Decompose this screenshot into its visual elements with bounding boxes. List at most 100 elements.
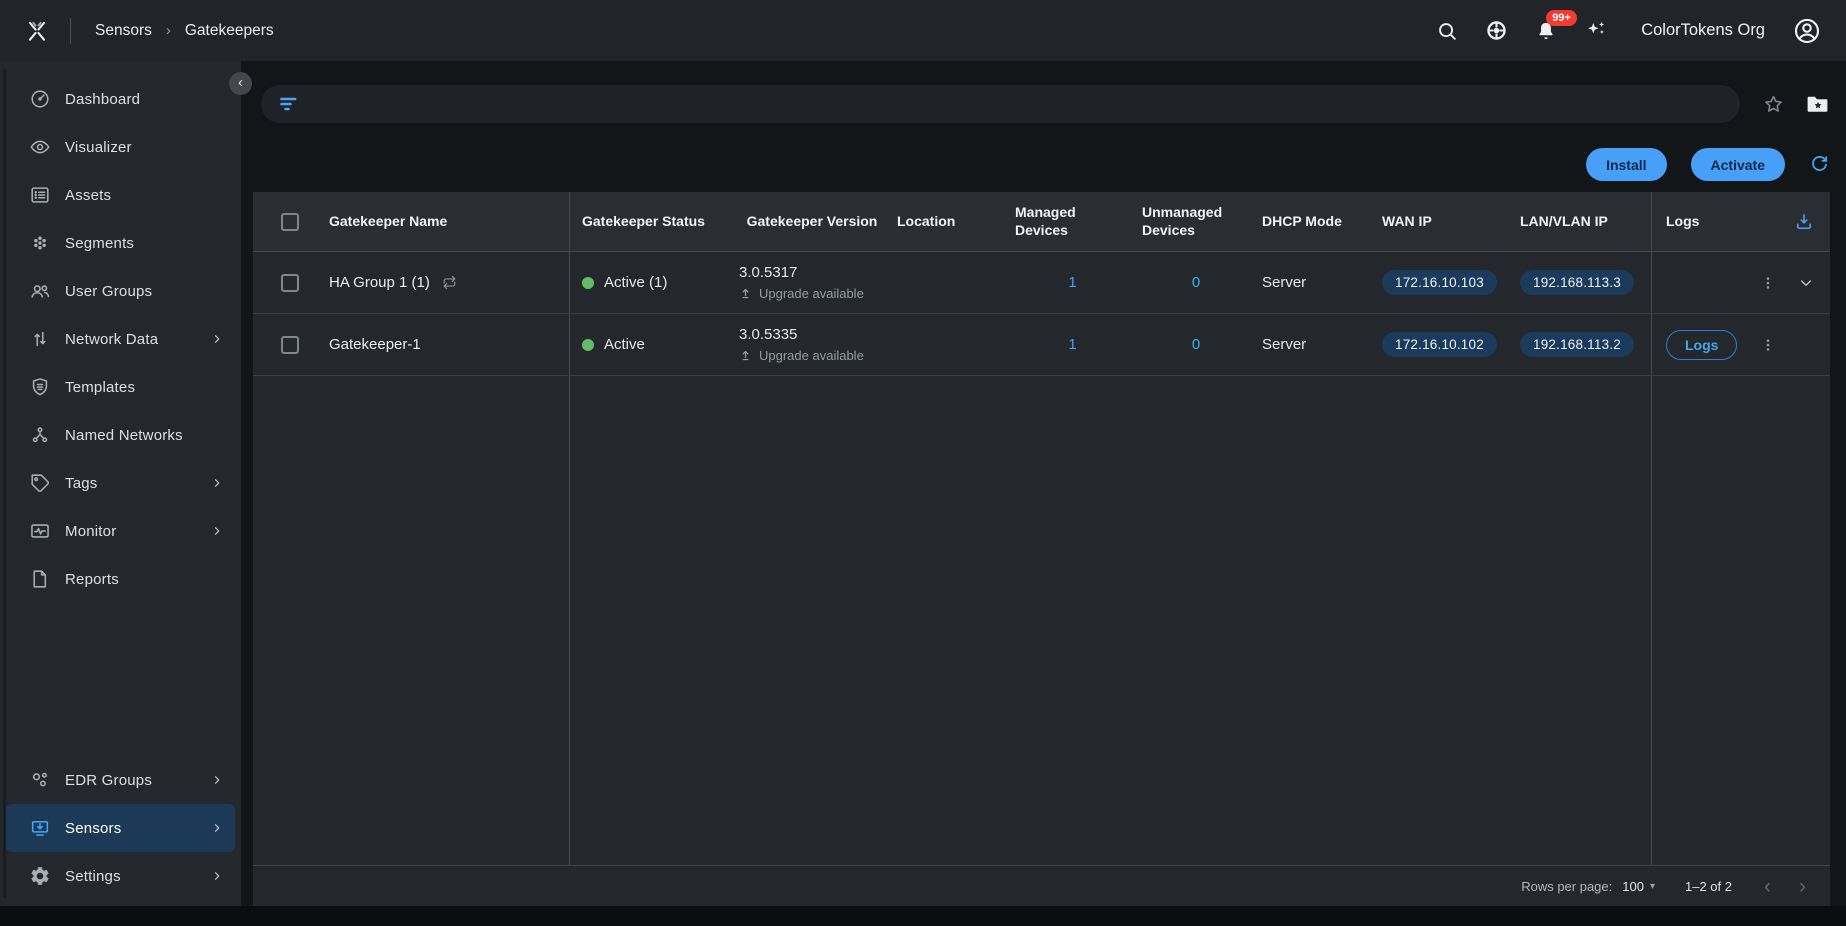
sidebar-item-segments[interactable]: Segments <box>6 219 235 267</box>
filter-input[interactable] <box>311 95 1722 113</box>
search-icon[interactable] <box>1436 20 1458 42</box>
ai-sparkles-icon[interactable] <box>1584 19 1608 43</box>
chevron-right-icon <box>211 477 223 489</box>
column-gatekeeper-status: Gatekeeper Status <box>569 192 727 251</box>
table-header: Gatekeeper Name Gatekeeper Status Gateke… <box>253 192 1830 252</box>
sidebar-item-label: Named Networks <box>65 427 183 444</box>
row-checkbox[interactable] <box>281 336 299 354</box>
sidebar-item-assets[interactable]: Assets <box>6 171 235 219</box>
sidebar-collapse-button[interactable]: ‹ <box>229 72 252 95</box>
export-download-icon[interactable] <box>1794 212 1814 232</box>
support-helm-icon[interactable] <box>1485 19 1508 42</box>
row-menu-kebab-icon[interactable] <box>1760 275 1776 291</box>
rows-per-page-select[interactable]: 100 ▾ <box>1622 879 1655 894</box>
sidebar-item-label: Network Data <box>65 331 158 348</box>
sidebar-main-nav: Dashboard Visualizer Assets Segments <box>0 75 241 603</box>
templates-icon <box>29 376 51 398</box>
chevron-right-icon <box>211 774 223 786</box>
managed-devices-count[interactable]: 1 <box>1015 274 1130 291</box>
sidebar-item-reports[interactable]: Reports <box>6 555 235 603</box>
column-lan-vlan-ip: LAN/VLAN IP <box>1508 192 1651 251</box>
gatekeeper-name: HA Group 1 (1) <box>329 274 430 291</box>
edr-groups-icon <box>29 769 51 791</box>
sidebar-item-label: Templates <box>65 379 135 396</box>
dhcp-mode: Server <box>1262 274 1306 291</box>
sidebar-item-label: EDR Groups <box>65 772 152 789</box>
tags-icon <box>29 472 51 494</box>
sidebar-item-label: Settings <box>65 868 121 885</box>
sidebar-item-sensors[interactable]: Sensors <box>6 804 235 852</box>
upgrade-note: Upgrade available <box>759 348 864 363</box>
breadcrumb: Sensors › Gatekeepers <box>95 22 274 40</box>
sidebar-item-user-groups[interactable]: User Groups <box>6 267 235 315</box>
sidebar-item-monitor[interactable]: Monitor <box>6 507 235 555</box>
breadcrumb-separator-icon: › <box>166 22 171 39</box>
gatekeepers-table: Gatekeeper Name Gatekeeper Status Gateke… <box>253 192 1830 906</box>
network-data-icon <box>29 328 51 350</box>
sidebar-item-named-networks[interactable]: Named Networks <box>6 411 235 459</box>
sidebar-item-settings[interactable]: Settings <box>6 852 235 900</box>
filter-icon <box>279 95 299 113</box>
sidebar-item-dashboard[interactable]: Dashboard <box>6 75 235 123</box>
topbar-actions: 99+ ColorTokens Org <box>1436 16 1822 46</box>
pagination-bar: Rows per page: 100 ▾ 1–2 of 2 ‹ › <box>253 865 1830 906</box>
pagination-range: 1–2 of 2 <box>1685 879 1732 894</box>
app-window: Sensors › Gatekeepers <box>0 0 1846 926</box>
segments-icon <box>29 232 51 254</box>
sidebar-item-label: Visualizer <box>65 139 132 156</box>
unmanaged-devices-count[interactable]: 0 <box>1142 336 1250 353</box>
account-avatar-icon[interactable] <box>1792 16 1822 46</box>
select-all-checkbox[interactable] <box>281 213 299 231</box>
sidebar-item-label: Segments <box>65 235 134 252</box>
sensors-icon <box>29 817 51 839</box>
notifications-bell-icon[interactable]: 99+ <box>1535 20 1557 42</box>
favorite-star-icon[interactable] <box>1762 93 1785 116</box>
status-dot <box>582 339 594 351</box>
managed-devices-count[interactable]: 1 <box>1015 336 1130 353</box>
sidebar-item-label: Reports <box>65 571 119 588</box>
row-expand-chevron-icon[interactable] <box>1798 275 1814 291</box>
caret-down-icon: ▾ <box>1650 881 1655 892</box>
status-text: Active (1) <box>604 274 667 291</box>
install-button[interactable]: Install <box>1586 148 1666 181</box>
activate-button[interactable]: Activate <box>1691 148 1785 181</box>
filter-row <box>253 85 1830 123</box>
sidebar-item-network-data[interactable]: Network Data <box>6 315 235 363</box>
visualizer-icon <box>29 136 51 158</box>
sidebar-item-visualizer[interactable]: Visualizer <box>6 123 235 171</box>
table-row: HA Group 1 (1) Active (1) 3.0.5317 Upgr <box>253 252 1830 314</box>
lan-vlan-ip-chip: 192.168.113.3 <box>1520 270 1634 295</box>
refresh-icon[interactable] <box>1809 154 1830 175</box>
column-gatekeeper-version: Gatekeeper Version <box>727 192 885 251</box>
column-location: Location <box>885 192 1003 251</box>
column-gatekeeper-name: Gatekeeper Name <box>317 192 569 251</box>
upgrade-note: Upgrade available <box>759 286 864 301</box>
org-name[interactable]: ColorTokens Org <box>1641 21 1765 40</box>
previous-page-button[interactable]: ‹ <box>1764 876 1771 897</box>
toolbar: Install Activate <box>253 148 1830 181</box>
sidebar-item-tags[interactable]: Tags <box>6 459 235 507</box>
settings-icon <box>29 865 51 887</box>
upgrade-icon <box>739 349 752 362</box>
user-groups-icon <box>29 280 51 302</box>
sidebar-item-label: User Groups <box>65 283 152 300</box>
dashboard-icon <box>29 88 51 110</box>
table-row: Gatekeeper-1 Active 3.0.5335 Upgrade ava… <box>253 314 1830 376</box>
colortokens-logo-icon[interactable] <box>24 18 50 44</box>
status-text: Active <box>604 336 645 353</box>
sidebar-item-edr-groups[interactable]: EDR Groups <box>6 756 235 804</box>
content: ‹ <box>241 61 1846 906</box>
logs-button[interactable]: Logs <box>1666 330 1737 360</box>
sidebar-item-templates[interactable]: Templates <box>6 363 235 411</box>
breadcrumb-sensors[interactable]: Sensors <box>95 22 152 40</box>
filter-bar[interactable] <box>261 85 1740 123</box>
unmanaged-devices-count[interactable]: 0 <box>1142 274 1250 291</box>
saved-filters-folder-icon[interactable] <box>1805 92 1830 117</box>
next-page-button[interactable]: › <box>1799 876 1806 897</box>
chevron-right-icon <box>211 525 223 537</box>
row-menu-kebab-icon[interactable] <box>1760 337 1776 353</box>
status-dot <box>582 277 594 289</box>
row-checkbox[interactable] <box>281 274 299 292</box>
table-empty-area <box>253 376 1830 865</box>
upgrade-icon <box>739 287 752 300</box>
